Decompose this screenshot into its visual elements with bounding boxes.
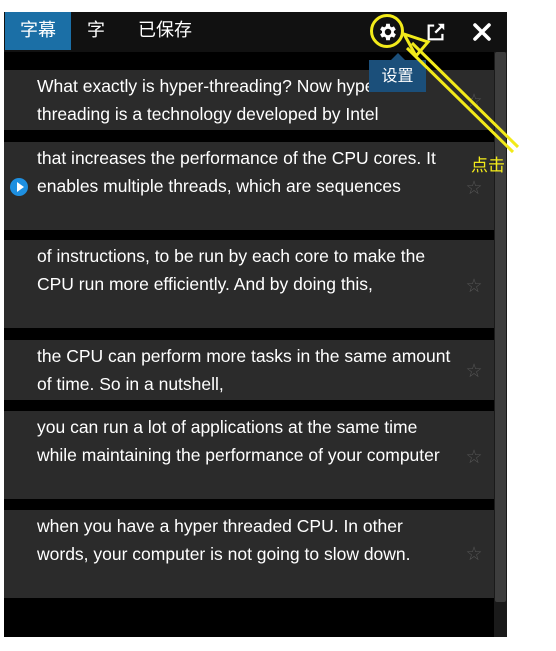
annotation-label: 点击 bbox=[471, 156, 505, 176]
annotation-arrow bbox=[400, 31, 520, 154]
